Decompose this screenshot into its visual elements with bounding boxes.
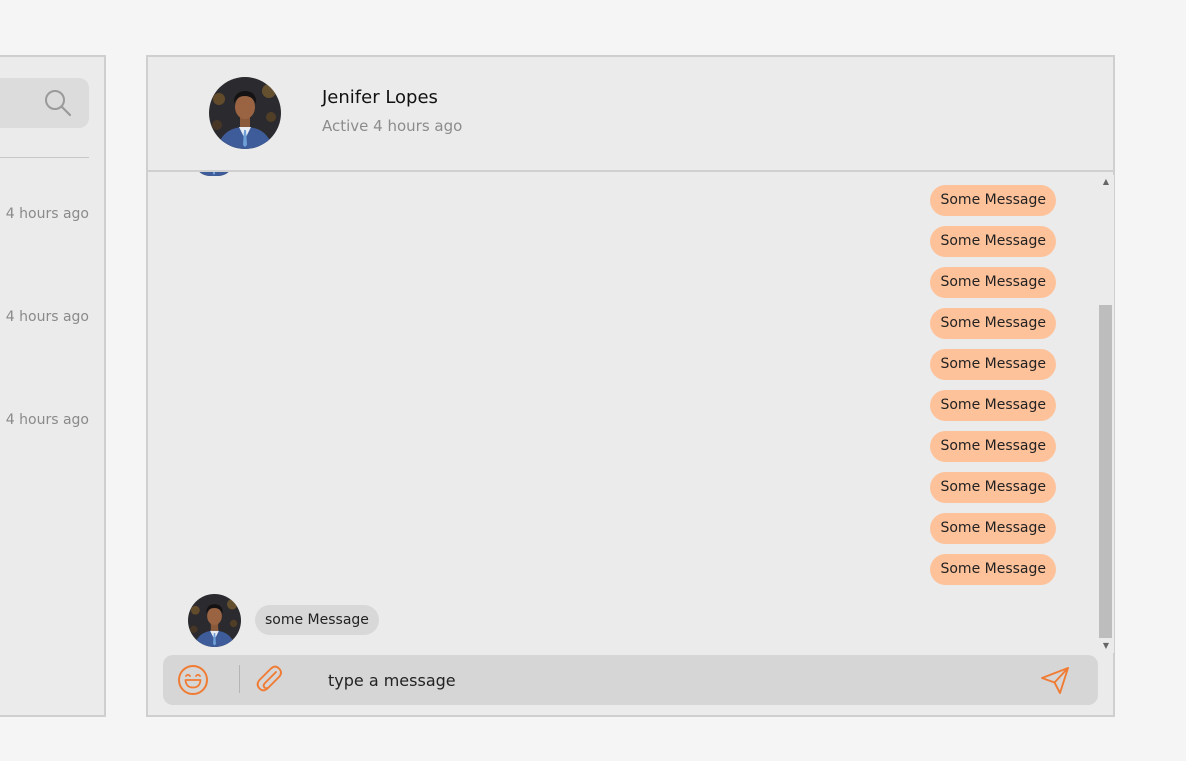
sent-message: Some Message [930, 349, 1056, 380]
sent-message: Some Message [930, 390, 1056, 421]
message-list[interactable]: Some Message Some Message Some Message S… [148, 172, 1113, 652]
sent-message: Some Message [930, 185, 1056, 216]
send-button[interactable] [1039, 664, 1071, 696]
message-composer [163, 655, 1098, 705]
divider [0, 157, 89, 158]
conversation-time: 4 hours ago [5, 309, 89, 325]
send-icon[interactable] [1039, 664, 1071, 696]
search-box[interactable] [0, 78, 89, 128]
scroll-down-arrow-icon[interactable]: ▼ [1098, 639, 1114, 653]
message-scrollbar[interactable]: ▲ ▼ [1098, 175, 1114, 653]
contact-avatar [188, 594, 241, 647]
chat-header: Jenifer Lopes Active 4 hours ago [148, 57, 1113, 172]
contact-avatar[interactable] [209, 77, 281, 149]
sent-message: Some Message [930, 308, 1056, 339]
emoji-button[interactable] [177, 664, 209, 696]
conversation-list-panel: 4 hours ago 4 hours ago 4 hours ago [0, 55, 106, 717]
contact-name: Jenifer Lopes [322, 87, 438, 108]
sent-message: Some Message [930, 554, 1056, 585]
chat-window: Jenifer Lopes Active 4 hours ago Some Me… [146, 55, 1115, 717]
paperclip-icon[interactable] [254, 664, 284, 694]
search-icon[interactable] [43, 88, 73, 118]
divider [239, 665, 240, 693]
conversation-time: 4 hours ago [5, 206, 89, 222]
contact-status: Active 4 hours ago [322, 117, 463, 135]
sent-message: Some Message [930, 513, 1056, 544]
scroll-up-arrow-icon[interactable]: ▲ [1098, 175, 1114, 189]
conversation-time: 4 hours ago [5, 412, 89, 428]
sent-message: Some Message [930, 431, 1056, 462]
sent-message: Some Message [930, 226, 1056, 257]
attach-button[interactable] [254, 664, 284, 694]
received-message: some Message [255, 605, 379, 635]
avatar [194, 172, 234, 176]
emoji-icon[interactable] [177, 664, 209, 696]
sent-message: Some Message [930, 472, 1056, 503]
scroll-thumb[interactable] [1099, 305, 1112, 638]
message-input[interactable] [325, 663, 1005, 697]
sent-message: Some Message [930, 267, 1056, 298]
